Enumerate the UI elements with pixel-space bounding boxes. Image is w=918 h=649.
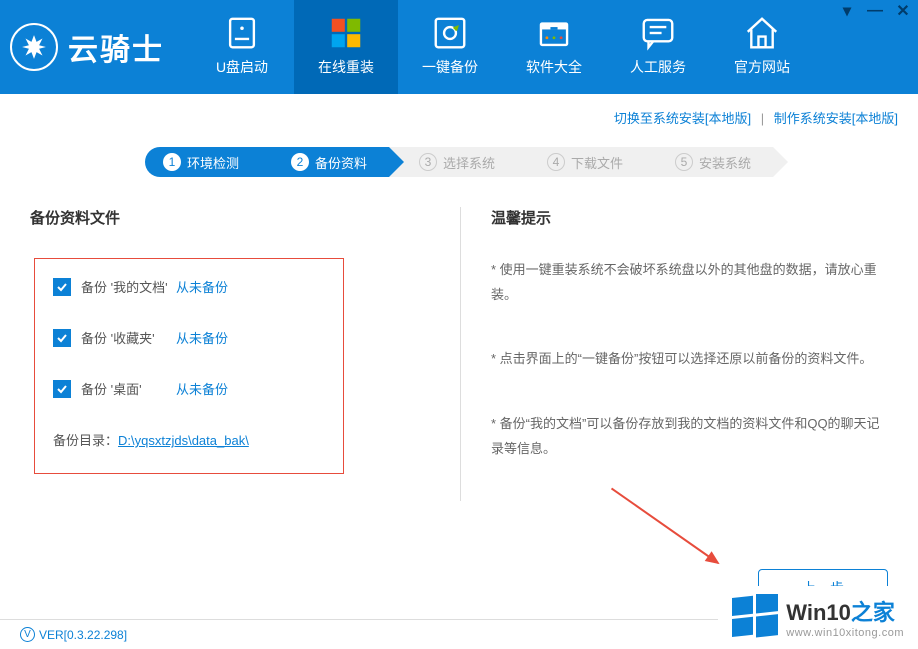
step-install[interactable]: 5安装系统 (645, 147, 773, 177)
link-make-local[interactable]: 制作系统安装[本地版] (774, 111, 898, 126)
step-backup[interactable]: 2备份资料 (261, 147, 389, 177)
separator: | (761, 111, 764, 126)
minimize-button[interactable]: — (868, 4, 882, 18)
step-select-system[interactable]: 3选择系统 (389, 147, 517, 177)
tip-3: * 备份“我的文档”可以备份存放到我的文档的资料文件和QQ的聊天记录等信息。 (491, 412, 888, 461)
backup-title: 备份资料文件 (30, 207, 430, 228)
status-favorites: 从未备份 (176, 328, 228, 347)
tip-1: * 使用一键重装系统不会破坏系统盘以外的其他盘的数据，请放心重装。 (491, 258, 888, 307)
nav-support[interactable]: 人工服务 (606, 0, 710, 94)
status-desktop: 从未备份 (176, 379, 228, 398)
checkbox-desktop[interactable] (53, 380, 71, 398)
watermark-text: Win10之家 www.win10xitong.com (786, 595, 904, 639)
app-title: 云骑士 (68, 25, 164, 69)
nav-official-site[interactable]: 官方网站 (710, 0, 814, 94)
sublinks-bar: 切换至系统安装[本地版] | 制作系统安装[本地版] (0, 94, 918, 137)
windows-icon (327, 17, 365, 49)
nav-software[interactable]: 软件大全 (502, 0, 606, 94)
chat-icon (639, 17, 677, 49)
backup-item-documents: 备份 '我的文档' 从未备份 (53, 277, 325, 296)
main-nav: U盘启动 在线重装 一键备份 软件大全 人工服务 官方网站 (190, 0, 814, 94)
backup-item-favorites: 备份 '收藏夹' 从未备份 (53, 328, 325, 347)
backup-box: 备份 '我的文档' 从未备份 备份 '收藏夹' 从未备份 备份 '桌面' 从未备… (34, 258, 344, 474)
logo-area: 云骑士 (0, 23, 190, 71)
usb-icon (223, 17, 261, 49)
link-switch-local[interactable]: 切换至系统安装[本地版] (614, 111, 751, 126)
window-controls: ▾ — ✕ (840, 4, 910, 18)
tips-panel: 温馨提示 * 使用一键重装系统不会破坏系统盘以外的其他盘的数据，请放心重装。 *… (460, 207, 888, 501)
nav-online-reinstall[interactable]: 在线重装 (294, 0, 398, 94)
box-icon (535, 17, 573, 49)
tip-2: * 点击界面上的“一键备份”按钮可以选择还原以前备份的资料文件。 (491, 347, 888, 372)
nav-one-click-backup[interactable]: 一键备份 (398, 0, 502, 94)
step-env-check[interactable]: 1环境检测 (145, 147, 261, 177)
watermark: Win10之家 www.win10xitong.com (718, 586, 918, 644)
checkbox-documents[interactable] (53, 278, 71, 296)
refresh-icon (431, 17, 469, 49)
backup-dir-link[interactable]: D:\yqsxtzjds\data_bak\ (118, 433, 249, 448)
main-content: 备份资料文件 备份 '我的文档' 从未备份 备份 '收藏夹' 从未备份 备份 '… (0, 207, 918, 501)
wizard-steps: 1环境检测 2备份资料 3选择系统 4下载文件 5安装系统 (0, 147, 918, 177)
version-info: V VER[0.3.22.298] (20, 627, 127, 642)
checkbox-favorites[interactable] (53, 329, 71, 347)
nav-usb-boot[interactable]: U盘启动 (190, 0, 294, 94)
windows-logo-icon (732, 594, 778, 640)
app-header: 云骑士 U盘启动 在线重装 一键备份 软件大全 人工服务 官方网站 ▾ — (0, 0, 918, 94)
logo-icon (10, 23, 58, 71)
status-documents: 从未备份 (176, 277, 228, 296)
settings-button[interactable]: ▾ (840, 4, 854, 18)
home-icon (743, 17, 781, 49)
step-download[interactable]: 4下载文件 (517, 147, 645, 177)
tips-title: 温馨提示 (491, 207, 888, 228)
close-button[interactable]: ✕ (896, 4, 910, 18)
left-panel: 备份资料文件 备份 '我的文档' 从未备份 备份 '收藏夹' 从未备份 备份 '… (30, 207, 460, 501)
version-icon: V (20, 627, 35, 642)
backup-item-desktop: 备份 '桌面' 从未备份 (53, 379, 325, 398)
backup-directory: 备份目录：D:\yqsxtzjds\data_bak\ (53, 430, 325, 449)
